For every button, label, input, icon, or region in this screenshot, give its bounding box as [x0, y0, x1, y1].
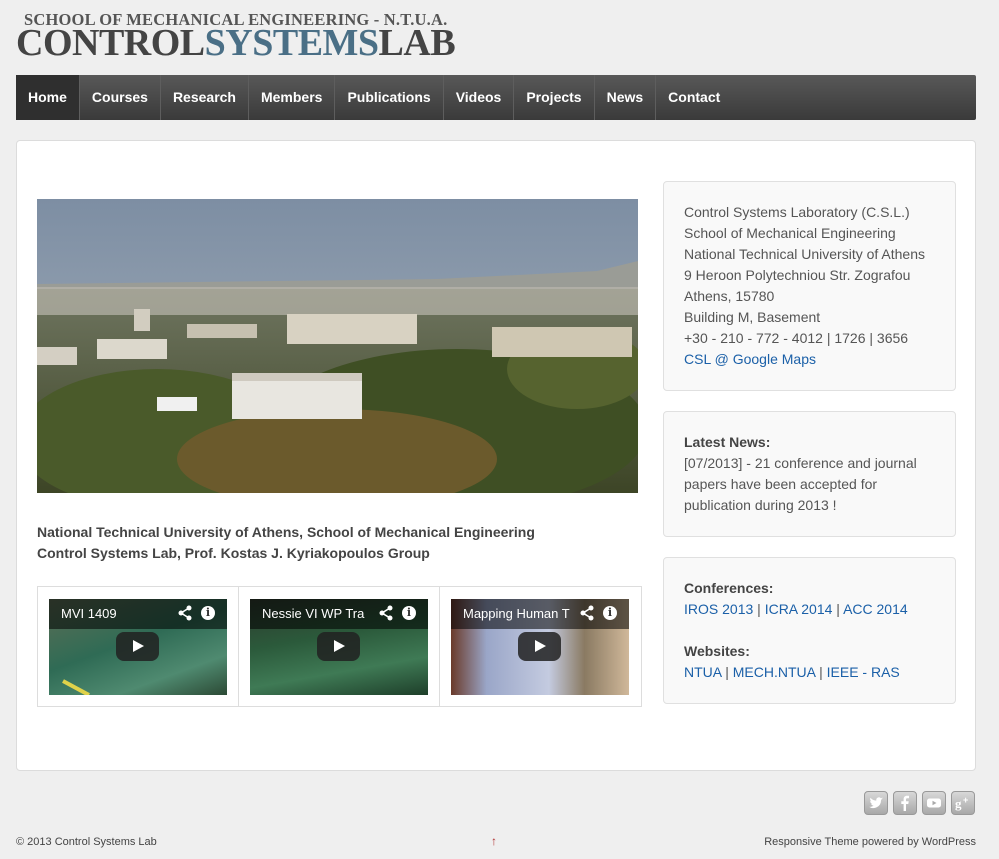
wordpress-link[interactable]: WordPress [922, 836, 976, 848]
video-title[interactable]: Mapping Human T [463, 606, 575, 621]
info-icon[interactable]: i [201, 606, 215, 620]
footer-credits: Responsive Theme powered by WordPress [764, 836, 976, 848]
video-gallery: MVI 1409 i Nessie VI WP Tra i Mapping Hu… [37, 586, 642, 707]
contact-line: National Technical University of Athens [684, 246, 925, 262]
nav-item-publications[interactable]: Publications [335, 75, 444, 120]
hero-caption: National Technical University of Athens,… [37, 522, 638, 564]
video-thumbnail[interactable]: MVI 1409 i [49, 599, 227, 695]
nav-item-videos[interactable]: Videos [444, 75, 515, 120]
caption-line-1: National Technical University of Athens,… [37, 524, 535, 540]
campus-photo [37, 199, 638, 493]
site-logo[interactable]: SCHOOL OF MECHANICAL ENGINEERING - N.T.U… [16, 8, 506, 66]
nav-item-courses[interactable]: Courses [80, 75, 161, 120]
video-thumbnail[interactable]: Nessie VI WP Tra i [250, 599, 428, 695]
youtube-icon[interactable] [922, 791, 946, 815]
websites-links: NTUA | MECH.NTUA | IEEE - RAS [684, 664, 900, 680]
nav-item-contact[interactable]: Contact [656, 75, 732, 120]
conference-link-icra[interactable]: ICRA 2014 [765, 601, 833, 617]
nav-item-research[interactable]: Research [161, 75, 249, 120]
contact-widget: Control Systems Laboratory (C.S.L.) Scho… [663, 181, 956, 391]
contact-line: Building M, Basement [684, 309, 821, 325]
video-item: MVI 1409 i [38, 587, 239, 706]
logo-title-control: CONTROL [16, 22, 205, 64]
info-icon[interactable]: i [402, 606, 416, 620]
caption-line-2: Control Systems Lab, Prof. Kostas J. Kyr… [37, 545, 430, 561]
main-nav: Home Courses Research Members Publicatio… [16, 75, 976, 120]
contact-line: Control Systems Laboratory (C.S.L.) [684, 204, 910, 220]
website-link-ntua[interactable]: NTUA [684, 664, 721, 680]
footer-copyright: © 2013 Control Systems Lab [16, 836, 157, 848]
powered-by-text: powered by [861, 836, 919, 848]
share-icon[interactable] [177, 605, 193, 626]
twitter-icon[interactable] [864, 791, 888, 815]
play-icon[interactable] [317, 632, 360, 661]
play-icon[interactable] [116, 632, 159, 661]
info-icon[interactable]: i [603, 606, 617, 620]
nav-item-members[interactable]: Members [249, 75, 336, 120]
svg-text:+: + [963, 795, 968, 805]
news-widget: Latest News: [07/2013] - 21 conference a… [663, 411, 956, 537]
google-maps-link[interactable]: CSL @ Google Maps [684, 351, 816, 367]
play-icon[interactable] [518, 632, 561, 661]
website-link-ieee-ras[interactable]: IEEE - RAS [827, 664, 900, 680]
links-widget: Conferences: IROS 2013 | ICRA 2014 | ACC… [663, 557, 956, 704]
contact-phone: +30 - 210 - 772 - 4012 | 1726 | 3656 [684, 330, 909, 346]
logo-title: CONTROLSYSTEMSLAB [16, 22, 456, 64]
website-link-mech-ntua[interactable]: MECH.NTUA [733, 664, 815, 680]
conferences-title: Conferences: [684, 580, 774, 596]
contact-line: Athens, 15780 [684, 288, 775, 304]
video-title[interactable]: MVI 1409 [61, 606, 173, 621]
logo-title-systems: SYSTEMS [204, 22, 379, 64]
news-text: [07/2013] - 21 conference and journal pa… [684, 455, 917, 513]
scroll-top-link[interactable]: ↑ [491, 834, 497, 848]
nav-item-news[interactable]: News [595, 75, 657, 120]
video-item: Nessie VI WP Tra i [239, 587, 440, 706]
svg-text:g: g [955, 796, 962, 811]
google-plus-icon[interactable]: g + [951, 791, 975, 815]
share-icon[interactable] [378, 605, 394, 626]
contact-line: School of Mechanical Engineering [684, 225, 896, 241]
content-panel: National Technical University of Athens,… [16, 140, 976, 771]
conferences-links: IROS 2013 | ICRA 2014 | ACC 2014 [684, 601, 908, 617]
video-title[interactable]: Nessie VI WP Tra [262, 606, 374, 621]
video-item: Mapping Human T i [440, 587, 641, 706]
conference-link-iros[interactable]: IROS 2013 [684, 601, 753, 617]
news-title: Latest News: [684, 434, 771, 450]
theme-link[interactable]: Responsive Theme [764, 836, 859, 848]
conference-link-acc[interactable]: ACC 2014 [843, 601, 908, 617]
social-icons: g + [864, 791, 975, 815]
video-thumbnail[interactable]: Mapping Human T i [451, 599, 629, 695]
nav-item-projects[interactable]: Projects [514, 75, 595, 120]
share-icon[interactable] [579, 605, 595, 626]
nav-item-home[interactable]: Home [16, 75, 80, 120]
logo-title-lab: LAB [378, 22, 456, 64]
contact-line: 9 Heroon Polytechniou Str. Zografou [684, 267, 911, 283]
websites-title: Websites: [684, 643, 750, 659]
facebook-icon[interactable] [893, 791, 917, 815]
